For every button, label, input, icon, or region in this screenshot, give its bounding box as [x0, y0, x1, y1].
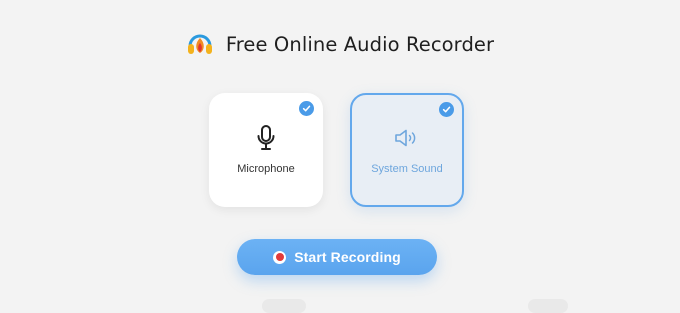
- headphones-flame-logo-icon: [187, 34, 212, 54]
- microphone-source-card[interactable]: Microphone: [209, 93, 323, 207]
- microphone-check-icon[interactable]: [299, 101, 314, 116]
- start-recording-label: Start Recording: [294, 249, 401, 265]
- system-sound-label: System Sound: [371, 163, 443, 175]
- speaker-icon: [394, 123, 420, 153]
- app-header: Free Online Audio Recorder: [0, 28, 680, 60]
- system-sound-source-card[interactable]: System Sound: [350, 93, 464, 207]
- start-recording-button[interactable]: Start Recording: [237, 239, 437, 275]
- microphone-icon: [256, 123, 276, 153]
- partial-element-right: [528, 299, 568, 313]
- app-title: Free Online Audio Recorder: [225, 32, 495, 56]
- system-sound-check-icon[interactable]: [439, 102, 454, 117]
- partial-element-left: [262, 299, 306, 313]
- record-dot-icon: [273, 250, 287, 264]
- microphone-label: Microphone: [237, 163, 295, 175]
